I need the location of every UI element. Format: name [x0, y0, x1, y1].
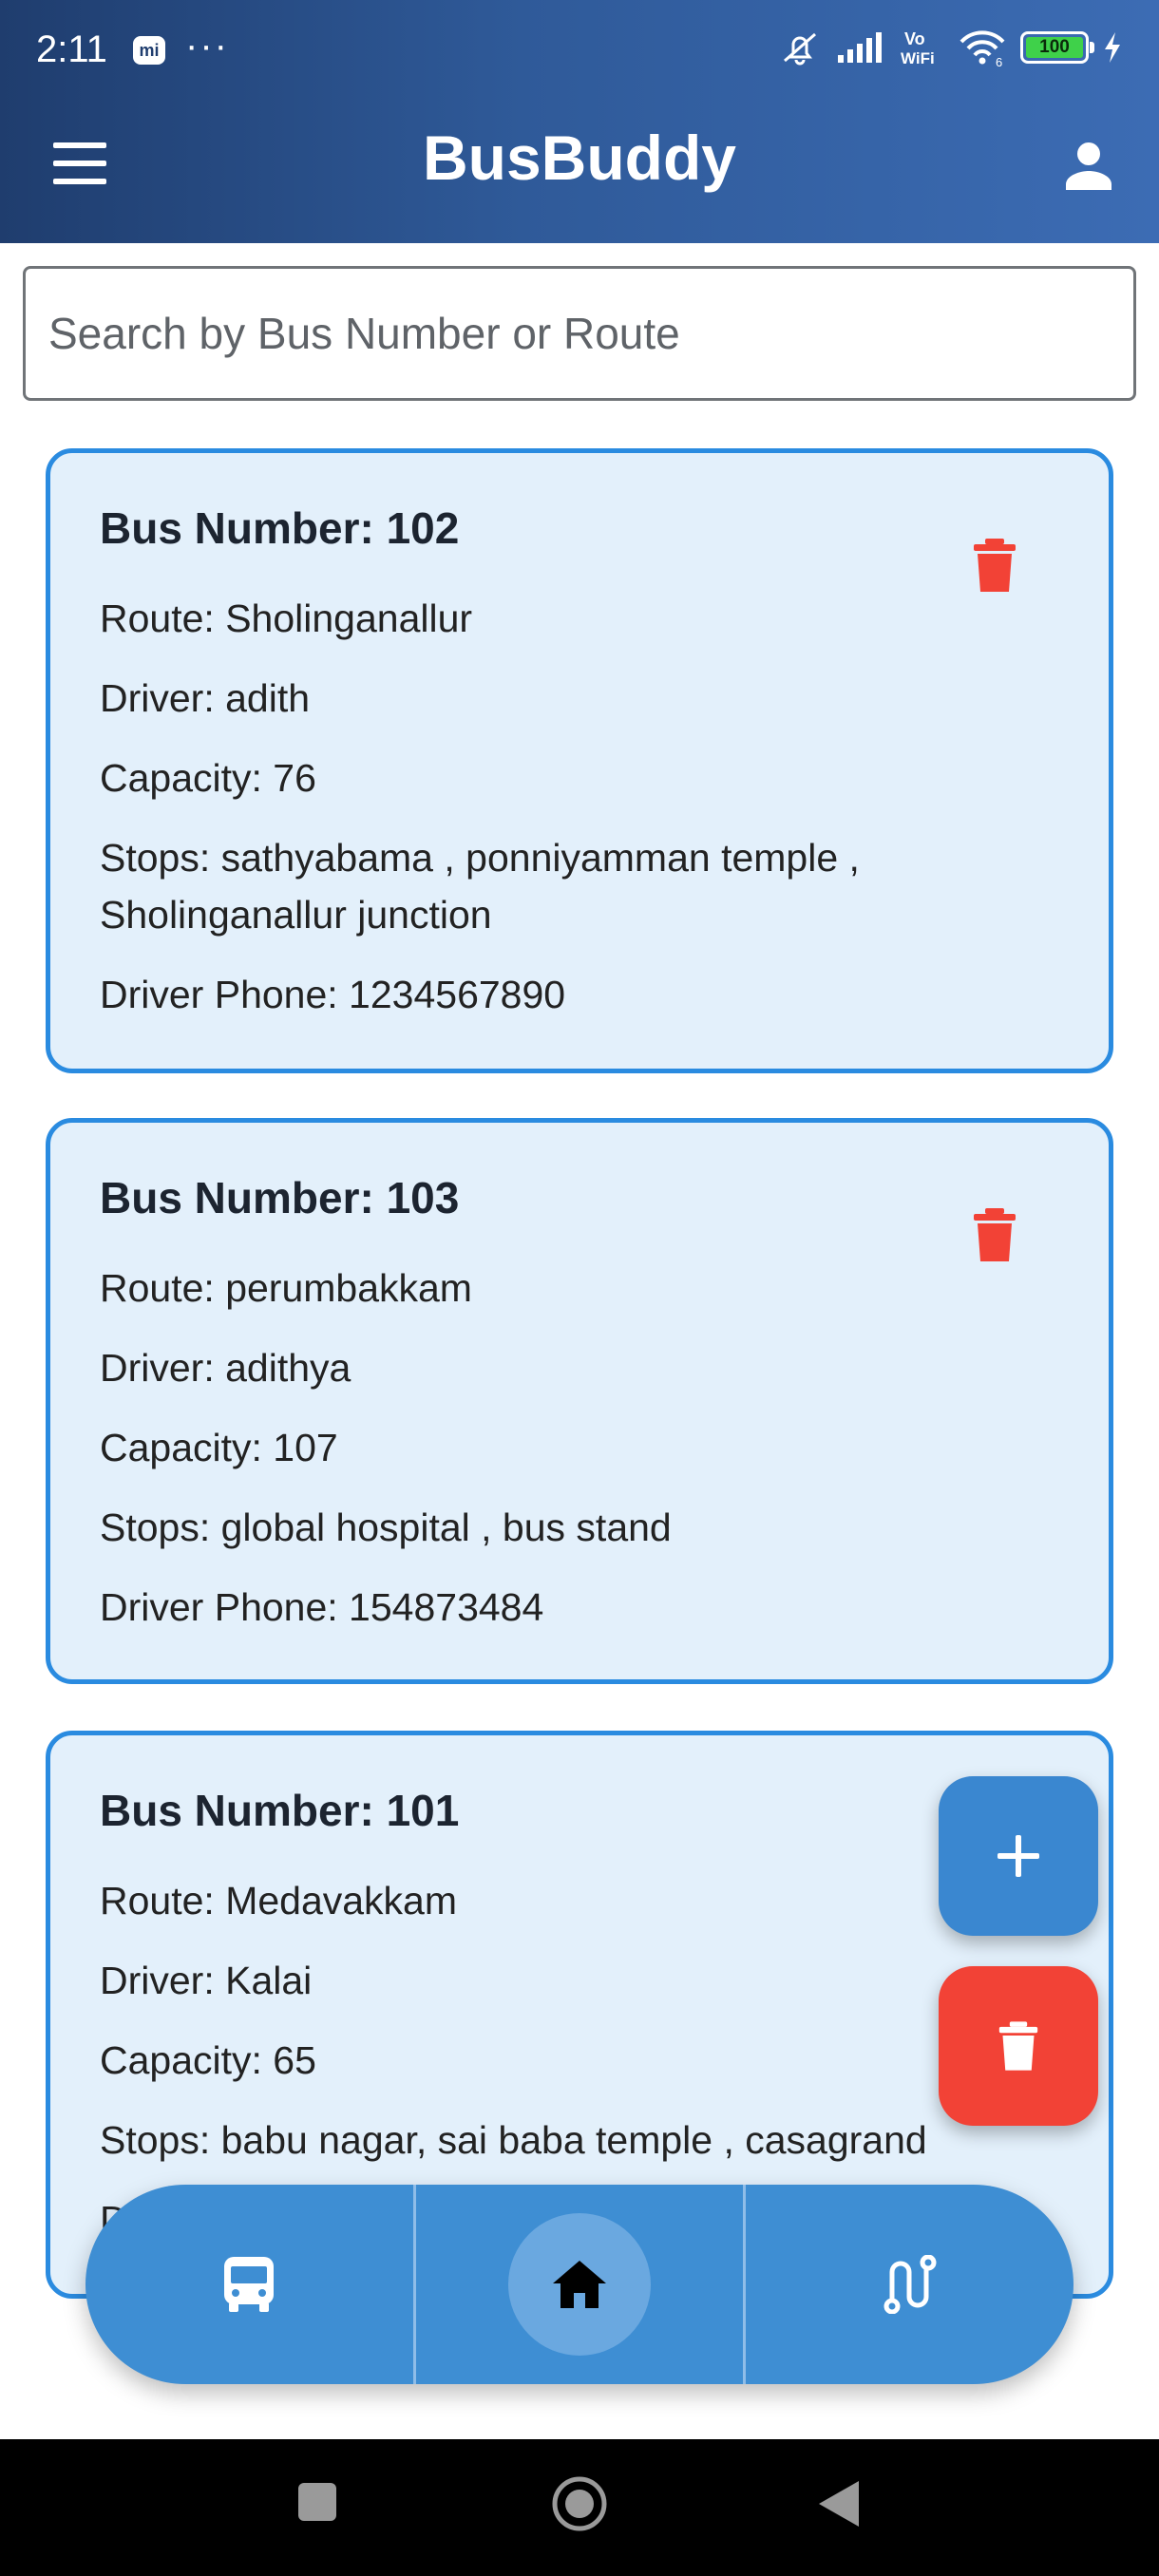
bottom-navigation: [86, 2185, 1074, 2384]
delete-bus-icon[interactable]: [972, 537, 1017, 594]
bus-number: Bus Number: 102: [100, 503, 460, 553]
battery-level: 100: [1026, 37, 1083, 58]
svg-text:Vo: Vo: [904, 29, 925, 48]
notifications-muted-icon: [784, 32, 816, 66]
bus-route: Route: perumbakkam: [100, 1266, 472, 1310]
bus-route: Route: Medavakkam: [100, 1879, 458, 1923]
bus-driver: Driver: adithya: [100, 1346, 352, 1390]
back-triangle-icon[interactable]: [817, 2479, 861, 2529]
bus-stops: Stops: babu nagar, sai baba temple , cas…: [100, 2118, 927, 2162]
tab-home[interactable]: [412, 2185, 744, 2384]
battery-icon: 100: [1020, 31, 1094, 64]
tab-buses[interactable]: [86, 2185, 413, 2384]
bus-route: Route: Sholinganallur: [100, 597, 473, 640]
more-notifications-icon: ···: [185, 25, 229, 66]
bus-capacity: Capacity: 65: [100, 2038, 316, 2082]
search-box: [23, 266, 1136, 401]
status-icons: Vo WiFi 6 100: [777, 28, 1123, 67]
bus-number: Bus Number: 101: [100, 1786, 460, 1835]
delete-all-button[interactable]: [939, 1966, 1098, 2126]
bus-number: Bus Number: 103: [100, 1173, 460, 1222]
bus-stops-continued: Sholinganallur junction: [100, 893, 492, 937]
status-bar: 2:11 mi ··· Vo WiFi 6 100: [0, 0, 1159, 84]
svg-text:WiFi: WiFi: [901, 49, 935, 67]
trash-icon: [998, 2021, 1038, 2071]
route-icon: [884, 2255, 937, 2314]
charging-icon: [1105, 32, 1120, 63]
bus-stops: Stops: sathyabama , ponniyamman temple ,: [100, 836, 860, 880]
bus-driver: Driver: Kalai: [100, 1959, 313, 2002]
recents-square-icon[interactable]: [296, 2481, 338, 2523]
cell-signal-icon: [838, 32, 882, 63]
search-input[interactable]: [26, 269, 1133, 398]
active-tab-indicator: [508, 2213, 651, 2356]
app-title: BusBuddy: [423, 123, 736, 193]
home-circle-icon[interactable]: [551, 2475, 608, 2532]
bus-driver-phone: Driver Phone: 154873484: [100, 1585, 544, 1629]
person-icon[interactable]: [1060, 137, 1117, 194]
bus-capacity: Capacity: 107: [100, 1426, 338, 1469]
bus-card[interactable]: Bus Number: 102 Route: Sholinganallur Dr…: [46, 448, 1113, 1073]
add-bus-button[interactable]: [939, 1776, 1098, 1936]
bus-capacity: Capacity: 76: [100, 756, 316, 800]
tab-routes[interactable]: [743, 2185, 1074, 2384]
bus-driver-phone: Driver Phone: 1234567890: [100, 973, 566, 1016]
delete-bus-icon[interactable]: [972, 1206, 1017, 1263]
svg-text:6: 6: [996, 55, 1002, 66]
home-icon: [553, 2261, 606, 2308]
system-navigation-bar: [0, 2439, 1159, 2576]
status-time: 2:11: [36, 28, 107, 70]
bus-card[interactable]: Bus Number: 103 Route: perumbakkam Drive…: [46, 1118, 1113, 1684]
mi-notification-icon: mi: [133, 36, 165, 65]
vowifi-icon: Vo WiFi: [901, 29, 935, 67]
bus-icon: [224, 2257, 275, 2312]
wifi-icon: 6: [960, 30, 1005, 66]
bus-driver: Driver: adith: [100, 676, 311, 720]
bus-stops: Stops: global hospital , bus stand: [100, 1506, 672, 1549]
app-bar: BusBuddy: [0, 84, 1159, 243]
plus-icon: [998, 1835, 1039, 1877]
